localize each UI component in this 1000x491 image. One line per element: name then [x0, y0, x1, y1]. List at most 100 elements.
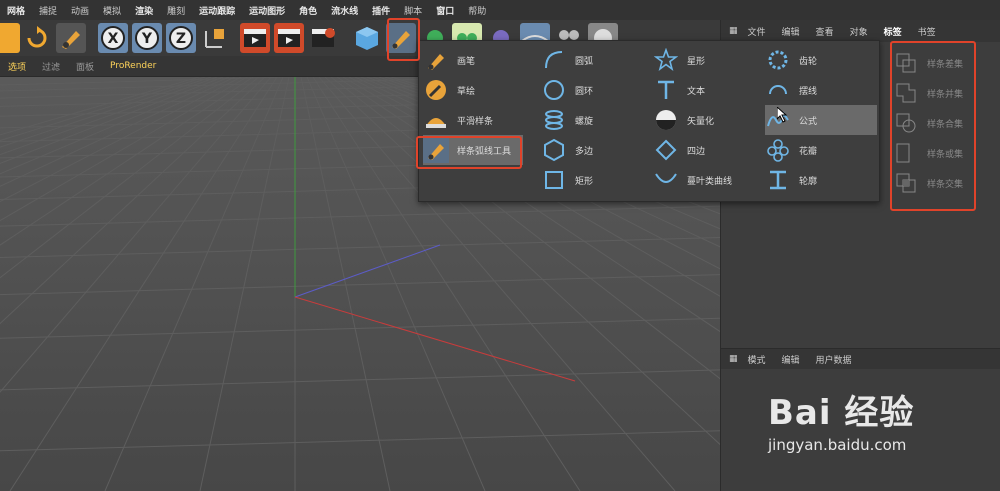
- menu-window[interactable]: 窗口: [429, 4, 461, 17]
- tab-file[interactable]: 文件: [740, 25, 774, 38]
- menu-item-smooth-spline[interactable]: 平滑样条: [423, 105, 535, 135]
- tab-tags[interactable]: 标签: [876, 25, 910, 38]
- flower-icon: [765, 137, 791, 163]
- menu-snap[interactable]: 捕捉: [32, 4, 64, 17]
- spline-draw-column: 画笔 草绘 平滑样条 样条弧线工具: [423, 45, 535, 165]
- menu-item-spline-subtract[interactable]: 样条差集: [893, 48, 975, 78]
- menu-item-label: 螺旋: [575, 116, 594, 127]
- helix-icon: [541, 107, 567, 133]
- viewport-menu-prorender[interactable]: ProRender: [102, 61, 164, 71]
- pen-icon: [423, 47, 449, 73]
- tab-bookmarks[interactable]: 书签: [910, 25, 944, 38]
- undo-button[interactable]: [0, 23, 20, 53]
- spline-or-icon: [893, 140, 919, 166]
- menu-script[interactable]: 脚本: [397, 4, 429, 17]
- menu-item-vectorizer[interactable]: 矢量化: [653, 105, 765, 135]
- menu-render[interactable]: 渲染: [128, 4, 160, 17]
- menu-animate[interactable]: 动画: [64, 4, 96, 17]
- menu-item-cissoid[interactable]: 蔓叶类曲线: [653, 165, 765, 195]
- menu-help[interactable]: 帮助: [461, 4, 493, 17]
- spline-primitives-column-3: 齿轮 摆线 公式 花瓣 轮廓: [765, 45, 877, 195]
- menu-item-helix[interactable]: 螺旋: [541, 105, 653, 135]
- menu-item-label: 样条并集: [927, 89, 964, 100]
- menu-item-profile[interactable]: 轮廓: [765, 165, 877, 195]
- menu-item-polygon[interactable]: 多边: [541, 135, 653, 165]
- sketch-icon: [423, 77, 449, 103]
- menu-pipeline[interactable]: 流水线: [324, 4, 365, 17]
- axis-y-label: Y: [141, 31, 153, 47]
- menu-item-spline-arc-tool[interactable]: 样条弧线工具: [423, 135, 523, 165]
- four-side-icon: [653, 137, 679, 163]
- lock-z-button[interactable]: Z: [166, 23, 196, 53]
- refresh-icon: [27, 26, 47, 48]
- menu-item-sketch[interactable]: 草绘: [423, 75, 535, 105]
- menu-item-rectangle[interactable]: 矩形: [541, 165, 653, 195]
- polygon-icon: [541, 137, 567, 163]
- menu-item-formula[interactable]: 公式: [765, 105, 877, 135]
- tab-mode[interactable]: 模式: [740, 353, 774, 366]
- object-manager-tabs: ▦ 文件 编辑 查看 对象 标签 书签: [721, 20, 1000, 42]
- smooth-spline-icon: [423, 107, 449, 133]
- menu-motion-tracking[interactable]: 运动跟踪: [192, 4, 242, 17]
- lock-x-button[interactable]: X: [98, 23, 128, 53]
- viewport-menu-filter[interactable]: 过滤: [34, 60, 68, 73]
- tab-attr-edit[interactable]: 编辑: [774, 353, 808, 366]
- circle-icon: [541, 77, 567, 103]
- menu-item-pen[interactable]: 画笔: [423, 45, 535, 75]
- coordinate-system-icon: [205, 29, 224, 48]
- menu-item-arc[interactable]: 圆弧: [541, 45, 653, 75]
- baidu-watermark: Bai 经验 jingyan.baidu.com: [768, 385, 988, 454]
- pen-tool-icon: [62, 31, 80, 49]
- menu-item-spline-or[interactable]: 样条或集: [893, 138, 975, 168]
- menu-item-cogwheel[interactable]: 齿轮: [765, 45, 877, 75]
- coordinate-system-button[interactable]: [200, 23, 230, 53]
- live-select-button[interactable]: [56, 23, 86, 53]
- attr-grid-handle-icon[interactable]: ▦: [721, 354, 740, 364]
- menu-item-label: 齿轮: [799, 56, 818, 67]
- menu-item-text[interactable]: 文本: [653, 75, 765, 105]
- grid-handle-icon[interactable]: ▦: [721, 26, 740, 36]
- watermark-url: jingyan.baidu.com: [768, 436, 907, 454]
- menu-item-label: 星形: [687, 56, 706, 67]
- menu-item-star[interactable]: 星形: [653, 45, 765, 75]
- spline-intersect-icon: [893, 170, 919, 196]
- menu-item-label: 轮廓: [799, 176, 818, 187]
- render-settings-button[interactable]: [308, 23, 338, 53]
- menu-item-spline-and[interactable]: 样条合集: [893, 108, 975, 138]
- menu-plugins[interactable]: 插件: [365, 4, 397, 17]
- spline-pen-button[interactable]: [386, 23, 416, 53]
- menu-mograph[interactable]: 运动图形: [242, 4, 292, 17]
- render-view-button[interactable]: [240, 23, 270, 53]
- refresh-button[interactable]: [22, 23, 52, 53]
- tab-objects[interactable]: 对象: [842, 25, 876, 38]
- rectangle-icon: [541, 167, 567, 193]
- menu-item-circle[interactable]: 圆环: [541, 75, 653, 105]
- pen-icon: [392, 31, 410, 49]
- menu-item-cycloid[interactable]: 摆线: [765, 75, 877, 105]
- render-picture-viewer-button[interactable]: [274, 23, 304, 53]
- mouse-cursor-icon: [777, 107, 788, 123]
- cube-button[interactable]: [352, 23, 382, 53]
- menu-bar: 网格 捕捉 动画 模拟 渲染 雕刻 运动跟踪 运动图形 角色 流水线 插件 脚本…: [0, 0, 1000, 20]
- viewport-menu-panel[interactable]: 面板: [68, 60, 102, 73]
- menu-item-label: 样条差集: [927, 59, 964, 70]
- menu-item-spline-intersect[interactable]: 样条交集: [893, 168, 975, 198]
- menu-character[interactable]: 角色: [292, 4, 324, 17]
- menu-item-label: 矢量化: [687, 116, 715, 127]
- menu-item-flower[interactable]: 花瓣: [765, 135, 877, 165]
- cycloid-icon: [765, 77, 791, 103]
- axis-x-label: X: [108, 31, 119, 47]
- tab-edit[interactable]: 编辑: [774, 25, 808, 38]
- menu-item-spline-union[interactable]: 样条并集: [893, 78, 975, 108]
- viewport-menu-options[interactable]: 选项: [0, 60, 34, 73]
- tab-user-data[interactable]: 用户数据: [808, 353, 860, 366]
- menu-simulate[interactable]: 模拟: [96, 4, 128, 17]
- menu-item-four-side[interactable]: 四边: [653, 135, 765, 165]
- watermark-logo-text: Bai 经验: [768, 393, 915, 433]
- menu-sculpt[interactable]: 雕刻: [160, 4, 192, 17]
- menu-item-label: 花瓣: [799, 146, 818, 157]
- arc-icon: [541, 47, 567, 73]
- tab-view[interactable]: 查看: [808, 25, 842, 38]
- lock-y-button[interactable]: Y: [132, 23, 162, 53]
- menu-mesh[interactable]: 网格: [0, 4, 32, 17]
